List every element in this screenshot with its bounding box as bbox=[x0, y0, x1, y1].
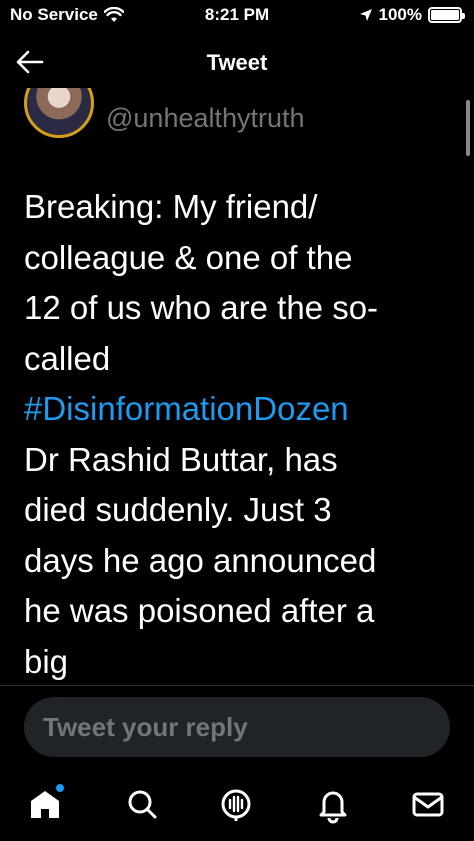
notifications-icon[interactable] bbox=[313, 784, 353, 824]
avatar[interactable] bbox=[24, 88, 94, 138]
hashtag-link[interactable]: #DisinformationDozen bbox=[24, 390, 349, 427]
battery-icon bbox=[428, 7, 465, 23]
location-arrow-icon bbox=[359, 9, 372, 21]
tweet-text-part2: Dr Rashid Buttar, has died suddenly. Jus… bbox=[24, 440, 377, 680]
tweet-text: Breaking: My friend/ colleague & one of … bbox=[24, 182, 454, 685]
notification-dot bbox=[54, 782, 66, 794]
battery-percent: 100% bbox=[378, 5, 422, 24]
status-bar: No Service 8:21 PM 100% bbox=[0, 0, 474, 32]
spaces-icon[interactable] bbox=[216, 784, 256, 824]
tweet-detail[interactable]: @unhealthytruth Breaking: My friend/ col… bbox=[0, 88, 474, 685]
scrollbar[interactable] bbox=[466, 100, 470, 156]
nav-bar: Tweet bbox=[0, 36, 474, 88]
reply-input[interactable]: Tweet your reply bbox=[24, 697, 450, 757]
user-handle[interactable]: @unhealthytruth bbox=[106, 103, 305, 134]
tweet-text-part1: Breaking: My friend/ colleague & one of … bbox=[24, 188, 379, 377]
divider bbox=[0, 685, 474, 686]
search-icon[interactable] bbox=[122, 784, 162, 824]
tab-bar bbox=[0, 770, 474, 841]
messages-icon[interactable] bbox=[408, 784, 448, 824]
status-right: 100% bbox=[359, 5, 465, 25]
page-title: Tweet bbox=[206, 50, 268, 75]
